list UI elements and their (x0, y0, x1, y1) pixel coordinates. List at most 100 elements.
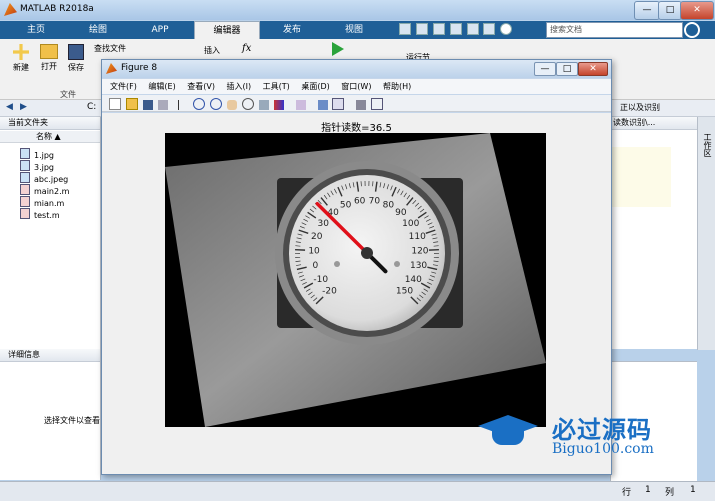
minimize-button[interactable]: — (634, 1, 660, 20)
drive-label[interactable]: C: (87, 102, 96, 112)
gauge-tick-label: 80 (383, 201, 395, 211)
m-file-icon (20, 184, 30, 195)
dock-icon[interactable] (371, 98, 383, 110)
save-figure-icon[interactable] (143, 100, 153, 110)
open-button[interactable]: 打开 (36, 44, 62, 72)
print-icon[interactable] (158, 100, 168, 110)
tab-publish[interactable]: 发布 (264, 21, 320, 39)
insert-button[interactable]: 插入 (204, 45, 220, 56)
rotate-icon[interactable] (242, 98, 254, 110)
tab-view[interactable]: 视图 (326, 21, 382, 39)
save-button[interactable]: 保存 (64, 44, 88, 73)
colorbar-icon[interactable] (318, 100, 328, 110)
cut-icon[interactable] (416, 23, 428, 35)
image-file-icon (20, 172, 30, 183)
back-icon[interactable]: ◀ (6, 102, 13, 112)
path-right-text: 正以及识别 (620, 102, 660, 113)
copy-icon[interactable] (433, 23, 445, 35)
brush-icon[interactable] (274, 100, 284, 110)
menu-insert[interactable]: 插入(I) (227, 82, 252, 91)
image-file-icon (20, 148, 30, 159)
file-name: mian.m (34, 199, 64, 208)
col-value: 1 (690, 485, 696, 495)
gauge-tick-label: 70 (369, 197, 381, 207)
menu-file[interactable]: 文件(F) (110, 82, 137, 91)
gauge-hub (361, 247, 373, 259)
redo-icon[interactable] (483, 23, 495, 35)
link-plot-icon[interactable] (296, 100, 306, 110)
new-icon (13, 44, 29, 60)
editor-panel: 读数识别\... (610, 117, 697, 349)
name-column-header[interactable]: 名称 ▲ (0, 131, 100, 143)
menu-tools[interactable]: 工具(T) (263, 82, 290, 91)
figure-minimize-button[interactable]: — (534, 62, 556, 76)
maximize-button[interactable]: □ (658, 1, 682, 20)
list-item[interactable]: abc.jpeg (20, 172, 68, 184)
paste-icon[interactable] (450, 23, 462, 35)
legend-icon[interactable] (332, 98, 344, 110)
menu-window[interactable]: 窗口(W) (341, 82, 371, 91)
gauge-tick-label: 50 (340, 201, 352, 211)
menu-help[interactable]: 帮助(H) (383, 82, 411, 91)
menu-view[interactable]: 查看(V) (187, 82, 215, 91)
gauge-tick-label: 20 (311, 232, 323, 242)
gauge-screw-right (394, 261, 400, 267)
figure-close-button[interactable]: ✕ (578, 62, 608, 76)
workspace-tab[interactable]: 工作区 (702, 133, 713, 157)
figure-toolbar (102, 95, 611, 112)
list-item[interactable]: mian.m (20, 196, 64, 208)
list-item[interactable]: 3.jpg (20, 160, 54, 172)
group-file-label: 文件 (60, 89, 76, 100)
pointer-icon[interactable] (178, 100, 189, 110)
forward-icon[interactable]: ▶ (20, 102, 27, 112)
close-button[interactable]: ✕ (680, 1, 714, 20)
menu-desktop[interactable]: 桌面(D) (301, 82, 329, 91)
new-figure-icon[interactable] (109, 98, 121, 110)
save-icon (68, 44, 84, 60)
window-title: MATLAB R2018a (20, 4, 94, 14)
gauge-tick-label: -20 (322, 286, 337, 296)
list-item[interactable]: main2.m (20, 184, 69, 196)
open-file-icon[interactable] (126, 98, 138, 110)
row-value: 1 (645, 485, 651, 495)
file-name: 3.jpg (34, 163, 54, 172)
data-cursor-icon[interactable] (259, 100, 269, 110)
file-name: test.m (34, 211, 60, 220)
status-bar: 行 1 列 1 (0, 481, 715, 501)
zoom-out-icon[interactable] (210, 98, 222, 110)
search-icon[interactable] (684, 22, 700, 38)
help-icon[interactable] (500, 23, 512, 35)
editor-tab[interactable]: 读数识别\... (611, 117, 697, 130)
zoom-in-icon[interactable] (193, 98, 205, 110)
list-item[interactable]: 1.jpg (20, 148, 54, 160)
figure-maximize-button[interactable]: □ (556, 62, 578, 76)
image-axes: -20-100102030405060708090100110120130140… (165, 133, 546, 427)
tab-apps[interactable]: APP (132, 21, 188, 39)
pan-icon[interactable] (227, 100, 237, 110)
menu-edit[interactable]: 编辑(E) (148, 82, 175, 91)
watermark-brand: 必过源码 (552, 410, 652, 445)
file-name: 1.jpg (34, 151, 54, 160)
new-button[interactable]: 新建 (6, 44, 36, 73)
tab-plots[interactable]: 绘图 (70, 21, 126, 39)
find-file-button[interactable]: 查找文件 (94, 43, 126, 54)
gauge-tick-label: 30 (318, 219, 330, 229)
tab-editor[interactable]: 编辑器 (194, 21, 260, 40)
watermark-url: Biguo100.com (552, 441, 654, 457)
run-icon[interactable] (332, 42, 344, 56)
search-docs-input[interactable]: 搜索文档 (546, 22, 683, 38)
graduation-cap-icon (478, 409, 538, 451)
figure-title: Figure 8 (121, 63, 157, 73)
save-label: 保存 (68, 63, 84, 72)
hide-tools-icon[interactable] (356, 100, 366, 110)
undo-icon[interactable] (467, 23, 479, 35)
gauge-tick-label: 0 (313, 261, 319, 271)
matlab-logo-icon (4, 3, 17, 16)
m-file-icon (20, 208, 30, 219)
title-bar: MATLAB R2018a — □ ✕ (0, 0, 715, 20)
tab-home[interactable]: 主页 (8, 21, 64, 39)
col-label: 列 (665, 485, 674, 498)
fx-button[interactable]: fx (242, 43, 251, 54)
list-item[interactable]: test.m (20, 208, 60, 220)
quick-save-icon[interactable] (399, 23, 411, 35)
